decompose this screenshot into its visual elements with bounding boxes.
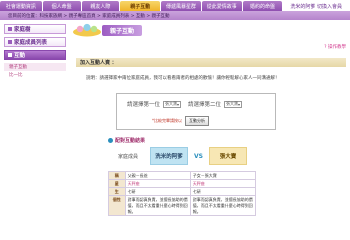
sidebar-item-label: 互動: [14, 53, 26, 59]
table-row: 星 天秤座 天秤座: [108, 179, 257, 188]
cell-a: 七研: [124, 187, 191, 196]
cell-b: 對事而認真負責，並擅長協助的價值，而且不太看重什麼心時得到回報。: [189, 195, 257, 216]
analyze-button[interactable]: 互動分析: [185, 116, 209, 126]
table-row: 生 七研 七研: [108, 187, 257, 196]
page-title: 親子互動: [102, 24, 143, 36]
member-caption: 家庭成員: [118, 153, 139, 160]
tab-parent-child[interactable]: 親子互動: [120, 1, 161, 11]
bullet-icon: [108, 138, 113, 143]
cell-b: 天秤座: [189, 179, 257, 188]
first-member-label: 請選擇第一位: [127, 102, 161, 108]
sidebar: 家庭樹 家庭成員列表 互動 親子互動 比一比: [4, 24, 66, 79]
member-a-card: 洗米的阿爹: [150, 147, 188, 165]
row-key: 星: [108, 179, 126, 188]
sidebar-subitem-parent-child[interactable]: 親子互動: [4, 63, 66, 71]
table-row: 稱 父親－長爸 子女－張大寶: [108, 171, 257, 180]
tab-relatives[interactable]: 親友人際: [81, 1, 120, 11]
tab-social[interactable]: 社會運動資訊: [0, 1, 42, 11]
cell-a: 父親－長爸: [124, 171, 191, 180]
cell-a: 對事而認真負責，並擅長協助的價值，而且不太看重什麼心時得到回報。: [124, 195, 191, 216]
top-nav: 社會運動資訊 個人命盤 親友人際 親子互動 傳遞風暴星群 從此愛情故事 婚約的命…: [0, 0, 350, 11]
user-link[interactable]: 洗米的阿爹 切換入會員: [283, 1, 349, 11]
sidebar-item-interaction[interactable]: 互動: [4, 50, 66, 60]
second-member-label: 請選擇第二位: [188, 102, 222, 108]
square-bullet-icon: [8, 40, 12, 44]
first-member-select[interactable]: 張大寶: [163, 100, 182, 108]
vs-label: VS: [194, 152, 203, 160]
sidebar-item-family-tree[interactable]: 家庭樹: [4, 24, 66, 34]
instruction-text: 說明：請選擇家中兩位家庭成員，我可以看看兩者的相處的歡愉！讓你輕鬆解心家人一同溝…: [86, 76, 280, 81]
sidebar-item-members[interactable]: 家庭成員列表: [4, 37, 66, 47]
vs-row: 家庭成員 洗米的阿爹 VS 張大寶: [118, 146, 258, 166]
row-key: 個性: [108, 195, 126, 216]
cell-a: 天秤座: [124, 179, 191, 188]
result-title-text: 配對互動結果: [115, 138, 146, 144]
section-title: 加入互動人資 ：: [80, 60, 117, 66]
tab-storm[interactable]: 傳遞風暴星群: [161, 1, 201, 11]
picker-warning: *比較完畢請按以: [152, 118, 182, 123]
sidebar-item-label: 家庭成員列表: [14, 40, 48, 46]
result-title: 配對互動結果: [108, 137, 145, 144]
cell-b: 七研: [189, 187, 257, 196]
sidebar-item-label: 家庭樹: [14, 27, 31, 33]
tab-personal[interactable]: 個人命盤: [42, 1, 81, 11]
member-b-card: 張大寶: [208, 147, 247, 165]
second-member-select[interactable]: 張大寶: [224, 100, 243, 108]
main-header: 親子互動: [72, 22, 348, 38]
row-key: 生: [108, 187, 126, 196]
tab-marriage[interactable]: 婚約的命盤: [242, 1, 283, 11]
section-header: 加入互動人資 ：: [76, 58, 346, 67]
table-row: 個性 對事而認真負責，並擅長協助的價值，而且不太看重什麼心時得到回報。 對事而認…: [108, 195, 257, 216]
member-picker: 請選擇第一位 張大寶 請選擇第二位 張大寶 *比較完畢請按以 互動分析: [116, 93, 276, 130]
family-logo-icon: [72, 23, 102, 37]
sidebar-subitem-compare[interactable]: 比一比: [4, 71, 66, 79]
tab-love[interactable]: 從此愛情故事: [201, 1, 242, 11]
square-bullet-icon: [8, 27, 12, 31]
help-link[interactable]: ? 操作教學: [324, 44, 346, 50]
result-table: 稱 父親－長爸 子女－張大寶 星 天秤座 天秤座 生 七研 七研 個性 對事而認…: [108, 171, 257, 216]
row-key: 稱: [108, 171, 126, 180]
breadcrumb: 您目前的位置：科技家族網 > 親子專區首頁 > 家庭成員列表 > 互動 > 親子…: [0, 11, 350, 20]
cell-b: 子女－張大寶: [189, 171, 257, 180]
square-bullet-icon: [8, 53, 12, 57]
